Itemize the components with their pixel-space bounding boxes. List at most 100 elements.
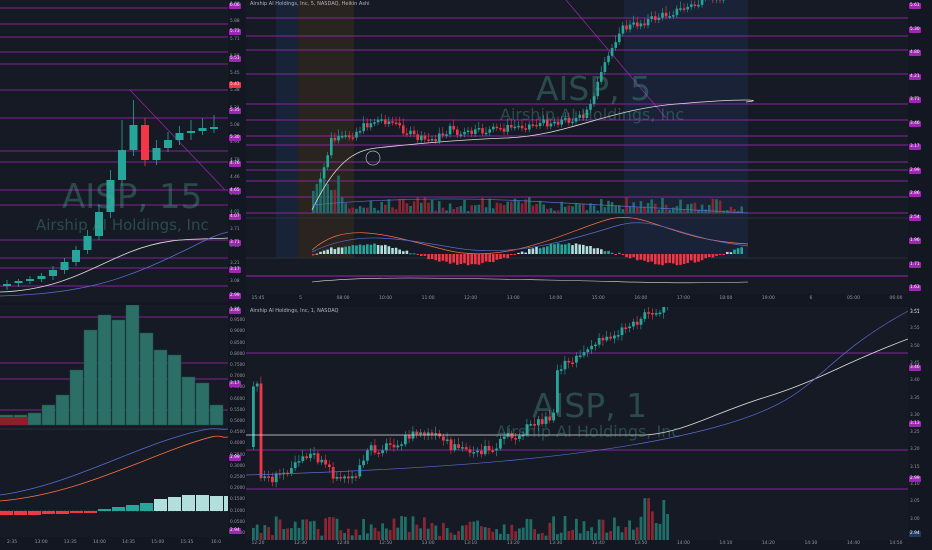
candle-body bbox=[415, 431, 419, 435]
volume-bar bbox=[376, 210, 380, 213]
price-level-tag[interactable]: 2.86 bbox=[909, 191, 921, 197]
chart-5m-header: Airship AI Holdings, Inc, 5, NASDAQ, Hei… bbox=[250, 1, 370, 7]
volume-bar bbox=[420, 202, 423, 213]
time-tick-label: 15:45 bbox=[251, 296, 265, 301]
histogram-bar bbox=[70, 511, 83, 513]
price-level-tag[interactable]: 3.17 bbox=[229, 266, 241, 273]
price-tick-label: 0.8500 bbox=[230, 340, 246, 346]
time-tick-label: 13:50 bbox=[634, 541, 648, 546]
volume-bar bbox=[704, 209, 707, 213]
price-level-tag[interactable]: 5.30 bbox=[909, 26, 921, 33]
price-level-tag[interactable]: 1.71 bbox=[909, 261, 921, 268]
price-level-tag[interactable]: 4.21 bbox=[909, 73, 921, 80]
time-tick-label: 13:40 bbox=[591, 541, 605, 546]
chart-pane-profile[interactable] bbox=[0, 305, 228, 537]
macd-histogram-bar bbox=[589, 245, 592, 254]
price-level-tag[interactable]: 3.51 bbox=[909, 310, 921, 316]
price-level-tag[interactable]: 1.63 bbox=[909, 285, 921, 291]
price-level-tag[interactable]: 4.80 bbox=[909, 50, 921, 56]
price-level-tag[interactable]: 6.06 bbox=[229, 3, 241, 9]
price-level-tag[interactable]: 5.35 bbox=[229, 108, 241, 115]
price-tick-label: 0.3000 bbox=[230, 463, 246, 469]
price-level-tag[interactable]: 2.54 bbox=[909, 214, 921, 221]
macd-histogram-bar bbox=[546, 246, 549, 254]
candle-body bbox=[535, 124, 538, 127]
price-level-tag[interactable]: 2.94 bbox=[909, 531, 921, 537]
time-tick-label: 15:35 bbox=[180, 540, 194, 545]
macd-histogram-bar bbox=[416, 254, 419, 256]
price-level-tag[interactable]: 2.94 bbox=[229, 528, 241, 534]
price-level-tag[interactable]: 4.07 bbox=[229, 213, 241, 220]
price-level-tag[interactable]: 2.99 bbox=[229, 454, 241, 461]
candle-body bbox=[430, 138, 434, 141]
volume-bar bbox=[282, 529, 286, 540]
price-tick-label: 3.08 bbox=[230, 278, 240, 284]
price-axis-profile-strip[interactable]: 1.000.95000.90000.85000.80000.75000.7000… bbox=[228, 305, 246, 537]
price-level-tag[interactable]: 4.76 bbox=[229, 161, 241, 168]
price-level-tag[interactable]: 4.65 bbox=[229, 187, 241, 194]
candle-body bbox=[682, 8, 686, 10]
price-level-tag[interactable]: 3.13 bbox=[909, 420, 921, 427]
price-level-tag[interactable]: 3.71 bbox=[909, 97, 921, 103]
volume-bar bbox=[448, 203, 452, 213]
volume-bar bbox=[423, 517, 426, 540]
time-tick-label: 12:40 bbox=[336, 541, 350, 546]
price-level-tag[interactable]: 2.99 bbox=[229, 293, 241, 299]
volume-bar bbox=[506, 201, 509, 213]
candle-body bbox=[664, 12, 668, 17]
price-level-tag[interactable]: 3.17 bbox=[909, 144, 921, 150]
time-tick-label: 13:10 bbox=[464, 541, 478, 546]
time-tick-label: 14:20 bbox=[761, 541, 775, 546]
price-level-tag[interactable]: 5.73 bbox=[229, 29, 241, 36]
chart-pane-1m[interactable]: Airship AI Holdings, Inc, 1, NASDAQ AISP… bbox=[246, 307, 908, 540]
candle-body bbox=[657, 17, 661, 20]
macd-histogram-bar bbox=[654, 254, 657, 265]
price-level-tag[interactable]: 2.99 bbox=[909, 167, 921, 174]
price-level-tag[interactable]: 2.99 bbox=[909, 475, 921, 482]
price-level-tag[interactable]: 3.46 bbox=[229, 308, 241, 314]
candle-body bbox=[438, 133, 441, 142]
time-axis-1m[interactable]: 12:20 12:30 12:40 12:50 13:00 13:10 13:20 13:30… bbox=[246, 541, 908, 550]
chart-pane-15m[interactable]: AISP, 15 Airship AI Holdings, Inc bbox=[0, 0, 228, 302]
volume-bar bbox=[293, 521, 297, 540]
price-tick-label: 0.9500 bbox=[230, 318, 246, 324]
time-axis-5m[interactable]: 15:45 5 08:00 10:00 11:00 12:00 13:00 14:00 15:0… bbox=[246, 296, 908, 306]
volume-bar bbox=[430, 199, 434, 213]
chart-pane-5m[interactable]: Airship AI Holdings, Inc, 5, NASDAQ, Hei… bbox=[246, 0, 908, 294]
volume-bar bbox=[668, 209, 671, 213]
price-level-tag[interactable]: 3.46 bbox=[909, 365, 921, 372]
candle-body bbox=[672, 15, 675, 17]
macd-histogram-bar bbox=[492, 254, 495, 263]
volume-bar bbox=[400, 516, 403, 540]
candle-body bbox=[559, 369, 563, 371]
price-level-tag[interactable]: 3.71 bbox=[229, 240, 241, 247]
price-axis-15m-strip[interactable]: 5.885.885.715.585.455.385.215.084.934.79… bbox=[228, 0, 244, 302]
volume-bar bbox=[453, 534, 457, 540]
macd-histogram-bar bbox=[448, 254, 452, 264]
volume-bar bbox=[625, 197, 628, 213]
price-level-tag[interactable]: 3.46 bbox=[909, 120, 921, 127]
price-level-tag[interactable]: 5.30 bbox=[229, 134, 241, 141]
price-level-tag[interactable]: 3.17 bbox=[229, 381, 241, 388]
macd-histogram-bar bbox=[693, 254, 697, 263]
candle-body bbox=[385, 443, 388, 451]
macd-histogram-bar bbox=[715, 254, 718, 256]
time-axis-profile[interactable]: 2:35 13:00 13:35 14:00 14:35 15:00 15:35 16:0 bbox=[0, 540, 228, 550]
volume-bar bbox=[571, 529, 574, 540]
candle-body bbox=[312, 453, 316, 455]
price-level-tag[interactable]: 5.51 bbox=[229, 55, 241, 62]
price-axis-1m-strip[interactable]: 3.603.553.503.453.403.353.303.253.203.15… bbox=[908, 307, 932, 540]
candle-body bbox=[391, 121, 394, 123]
volume-bar bbox=[491, 531, 495, 540]
candle-body bbox=[141, 125, 149, 160]
price-axis-5m-strip[interactable]: 5.61 5.30 4.80 4.21 3.71 3.46 3.17 2.99 2.86 2.54… bbox=[908, 0, 932, 294]
volume-bar bbox=[426, 528, 430, 540]
candle-body bbox=[3, 284, 11, 286]
price-level-tag[interactable]: 5.61 bbox=[909, 3, 921, 9]
candle-body bbox=[690, 4, 693, 7]
price-level-tag[interactable]: 5.41 bbox=[229, 82, 241, 89]
profile-bar bbox=[83, 329, 98, 426]
macd-histogram-bar bbox=[621, 254, 625, 255]
price-level-tag[interactable]: 1.96 bbox=[909, 238, 921, 244]
candle-body bbox=[26, 279, 34, 281]
